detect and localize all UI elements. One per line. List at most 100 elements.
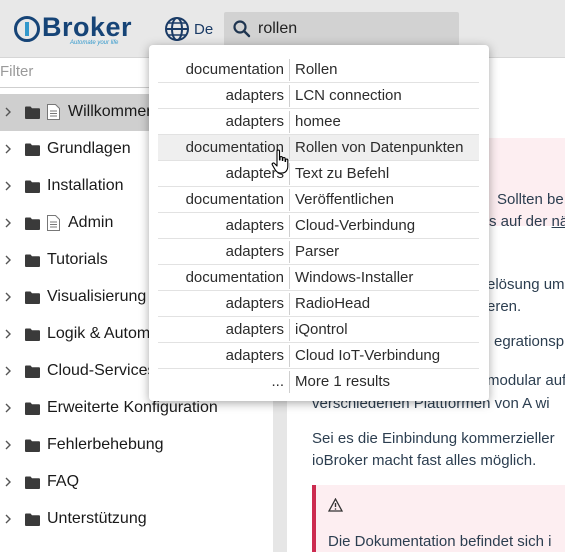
sidebar-item[interactable]: FAQ: [0, 464, 273, 501]
search-result-item[interactable]: adapters iQontrol: [158, 317, 479, 343]
sidebar-item-label: Erweiterte Konfiguration: [47, 399, 218, 416]
search-result-item[interactable]: documentation Rollen von Datenpunkten: [158, 135, 479, 161]
result-divider: [289, 85, 290, 107]
content-text: Sollten be: [497, 191, 564, 208]
result-divider: [289, 293, 290, 315]
folder-icon: [25, 513, 40, 526]
chevron-right-icon[interactable]: [4, 514, 12, 524]
content-text: egrationspl: [494, 333, 565, 350]
warning-icon: [328, 498, 343, 512]
search-result-item[interactable]: documentation Windows-Installer: [158, 265, 479, 291]
search-result-item[interactable]: adapters LCN connection: [158, 83, 479, 109]
result-category: adapters: [225, 87, 284, 104]
folder-icon: [25, 106, 40, 119]
result-divider: [289, 215, 290, 237]
search-result-item[interactable]: documentation Veröffentlichen: [158, 187, 479, 213]
search-input[interactable]: [258, 20, 448, 38]
search-result-item[interactable]: adapters homee: [158, 109, 479, 135]
result-divider: [289, 267, 290, 289]
result-title: Cloud-Verbindung: [295, 217, 416, 234]
chevron-right-icon[interactable]: [4, 329, 12, 339]
result-category: adapters: [225, 217, 284, 234]
result-category: documentation: [185, 139, 284, 156]
sidebar-item-label: Installation: [47, 177, 124, 194]
folder-icon: [25, 402, 40, 415]
result-divider: [289, 345, 290, 367]
chevron-right-icon[interactable]: [4, 403, 12, 413]
result-divider: [289, 189, 290, 211]
search-result-item[interactable]: adapters Cloud IoT-Verbindung: [158, 343, 479, 369]
content-text: s auf der nä: [489, 213, 565, 230]
search-result-item[interactable]: adapters Cloud-Verbindung: [158, 213, 479, 239]
search-result-item[interactable]: adapters Text zu Befehl: [158, 161, 479, 187]
document-icon: [47, 215, 60, 231]
hand-cursor-icon: [271, 149, 289, 174]
result-category: adapters: [225, 165, 284, 182]
sidebar-item[interactable]: Fehlerbehebung: [0, 427, 273, 464]
folder-icon: [25, 365, 40, 378]
folder-icon: [25, 291, 40, 304]
search-result-item[interactable]: adapters Parser: [158, 239, 479, 265]
result-divider: [289, 59, 290, 81]
sidebar-item-label: Unterstützung: [47, 510, 147, 527]
chevron-right-icon[interactable]: [4, 255, 12, 265]
sidebar-item-label: Tutorials: [47, 251, 108, 268]
chevron-right-icon[interactable]: [4, 218, 12, 228]
content-link[interactable]: nä: [552, 213, 565, 230]
chevron-right-icon[interactable]: [4, 144, 12, 154]
search-results-dropdown: documentation Rollen adapters LCN connectio…: [149, 45, 489, 401]
sidebar-item[interactable]: Unterstützung: [0, 501, 273, 538]
chevron-right-icon[interactable]: [4, 107, 12, 117]
iobroker-logo[interactable]: Broker Automate your life: [14, 10, 142, 46]
more-results-item[interactable]: ... More 1 results: [158, 369, 479, 395]
result-category: documentation: [185, 61, 284, 78]
warning-text: Die Dokumentation befindet sich i: [328, 533, 552, 550]
search-result-item[interactable]: documentation Rollen: [158, 57, 479, 83]
sidebar-item-label: Willkommen: [68, 103, 156, 120]
folder-icon: [25, 143, 40, 156]
content-text: Sei es die Einbindung kommerzieller: [312, 430, 555, 447]
result-divider: [289, 111, 290, 133]
result-title: Text zu Befehl: [295, 165, 390, 182]
chevron-right-icon[interactable]: [4, 477, 12, 487]
content-text-part: s auf der: [489, 213, 552, 230]
result-title: Cloud IoT-Verbindung: [295, 347, 441, 364]
result-title: Rollen: [295, 61, 338, 78]
language-switcher[interactable]: De: [164, 15, 213, 43]
chevron-right-icon[interactable]: [4, 366, 12, 376]
result-title: Rollen von Datenpunkten: [295, 139, 464, 156]
sidebar-item-label: Fehlerbehebung: [47, 436, 164, 453]
sidebar-item-label: Cloud-Services: [47, 362, 156, 379]
more-results-label: More 1 results: [295, 373, 391, 390]
globe-icon: [165, 17, 189, 41]
folder-icon: [25, 328, 40, 341]
folder-icon: [25, 254, 40, 267]
search-result-item[interactable]: adapters RadioHead: [158, 291, 479, 317]
warning-alert: Die Dokumentation befindet sich i: [312, 485, 565, 552]
chevron-right-icon[interactable]: [4, 440, 12, 450]
more-results-ellipsis: ...: [271, 373, 284, 390]
result-title: RadioHead: [295, 295, 371, 312]
result-category: adapters: [225, 321, 284, 338]
document-icon: [47, 104, 60, 120]
logo-tagline: Automate your life: [70, 40, 119, 46]
content-text: elösung um: [487, 276, 565, 293]
chevron-right-icon[interactable]: [4, 181, 12, 191]
folder-icon: [25, 217, 40, 230]
content-text: modular auf: [487, 372, 565, 389]
result-category: adapters: [225, 347, 284, 364]
result-divider: [289, 371, 290, 393]
content-text: eren.: [487, 298, 522, 315]
chevron-right-icon[interactable]: [4, 292, 12, 302]
result-title: iQontrol: [295, 321, 348, 338]
content-text: ioBroker macht fast alles möglich.: [312, 452, 537, 469]
result-title: Windows-Installer: [295, 269, 414, 286]
result-title: Veröffentlichen: [295, 191, 394, 208]
result-category: documentation: [185, 191, 284, 208]
sidebar-item-label: Grundlagen: [47, 140, 131, 157]
search-box[interactable]: [224, 12, 459, 46]
result-divider: [289, 319, 290, 341]
logo-icon: [14, 16, 40, 42]
search-icon: [233, 20, 251, 38]
result-category: adapters: [225, 113, 284, 130]
